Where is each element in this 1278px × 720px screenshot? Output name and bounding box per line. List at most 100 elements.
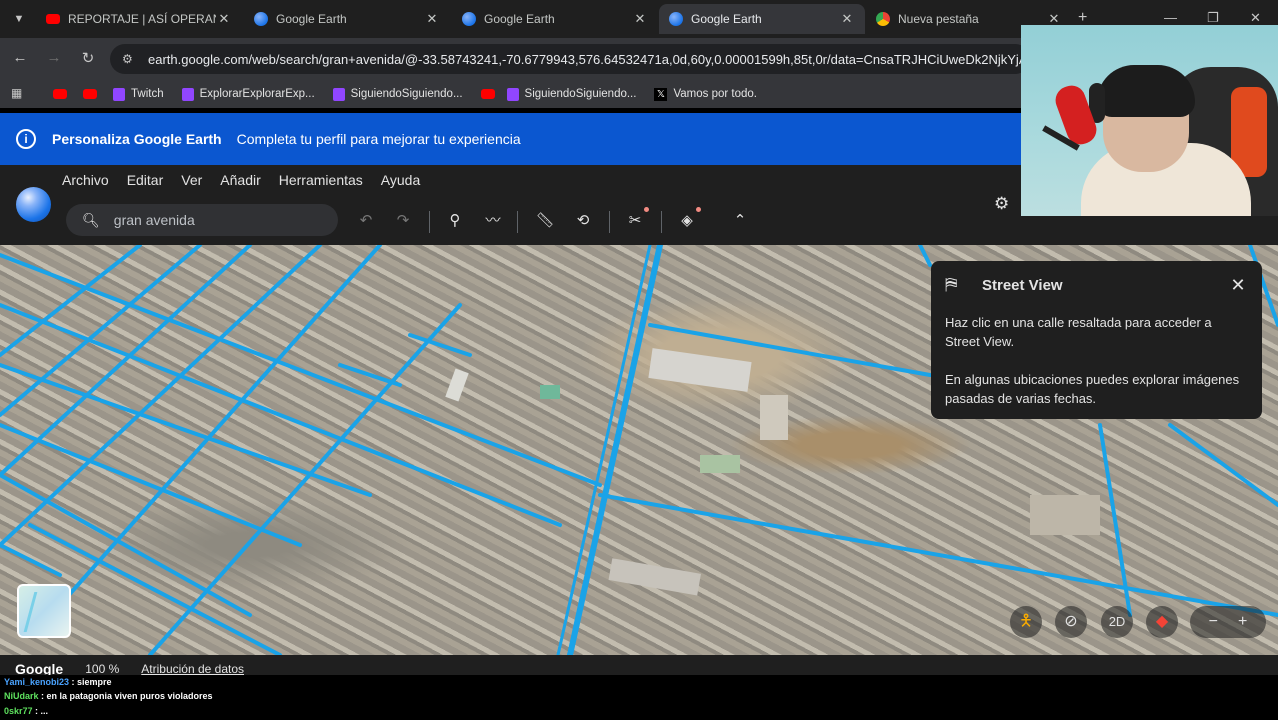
chat-user: 0skr77 (4, 706, 33, 716)
google-earth-icon (254, 12, 268, 26)
add-path-icon[interactable]: 〰 (481, 209, 505, 233)
chat-text: : siempre (69, 677, 112, 687)
tab-google-earth-2[interactable]: Google Earth ✕ (452, 4, 658, 34)
menu-editar[interactable]: Editar (127, 172, 164, 188)
chrome-icon (876, 12, 890, 26)
data-attribution-link[interactable]: Atribución de datos (141, 662, 244, 676)
tab-title: Google Earth (484, 12, 555, 26)
tab-google-earth-1[interactable]: Google Earth ✕ (244, 4, 450, 34)
bookmark-vamos[interactable]: 𝕏 Vamos por todo. (654, 87, 757, 101)
zoom-out-icon[interactable]: − (1209, 613, 1218, 630)
menu-ver[interactable]: Ver (181, 172, 202, 188)
reload-icon[interactable]: ↻ (78, 49, 98, 67)
twitch-icon (113, 87, 125, 101)
history-icon[interactable]: ⟲ (571, 209, 595, 233)
settings-gear-icon[interactable]: ⚙ (994, 194, 1009, 214)
menu-herramientas[interactable]: Herramientas (279, 172, 363, 188)
map-style-thumbnail[interactable] (17, 584, 71, 638)
tab-title: Nueva pestaña (898, 12, 979, 26)
close-tab-icon[interactable]: ✕ (216, 11, 232, 27)
close-tab-icon[interactable]: ✕ (839, 11, 855, 27)
measure-icon[interactable]: 📏︎ (533, 209, 557, 233)
close-window-icon[interactable]: ✕ (1250, 10, 1261, 26)
bookmark-label: SiguiendoSiguiendo... (524, 88, 637, 100)
view-mode-button[interactable]: 2D (1101, 606, 1133, 638)
search-box[interactable]: 🔍︎ (66, 204, 338, 236)
stream-chat-overlay: Yami_kenobi23 : siempre NiUdark : en la … (0, 675, 1278, 720)
chat-message: 0skr77 : ... (4, 706, 48, 716)
complete-profile-link[interactable]: Completa tu perfil para mejorar tu exper… (237, 131, 521, 147)
bookmark-siguiendo-2[interactable]: SiguiendoSiguiendo... (506, 87, 637, 101)
location-disabled-icon[interactable]: ⊘ (1055, 606, 1087, 638)
youtube-icon (83, 89, 97, 99)
close-tab-icon[interactable]: ✕ (424, 11, 440, 27)
banner-title: Personaliza Google Earth (52, 131, 222, 147)
chat-message: Yami_kenobi23 : siempre (4, 677, 112, 687)
tab-title: REPORTAJE | ASÍ OPERAN M (68, 12, 216, 26)
redo-icon[interactable]: ↷ (391, 209, 415, 233)
info-icon: i (16, 129, 36, 149)
tab-google-earth-active[interactable]: Google Earth ✕ (659, 4, 865, 34)
layers-icon[interactable]: ◈ (675, 207, 701, 233)
apps-grid-icon[interactable]: ▦ (11, 86, 27, 102)
street-view-title: Street View (982, 276, 1063, 294)
toolbar-divider (661, 211, 662, 233)
bookmark-label: Twitch (131, 88, 164, 100)
bookmark-twitch[interactable]: Twitch (113, 87, 164, 101)
chevron-up-icon[interactable]: ⌃ (728, 209, 752, 233)
close-icon[interactable]: ✕ (1228, 275, 1248, 296)
twitch-icon (332, 87, 345, 101)
search-input[interactable] (113, 212, 314, 228)
address-bar[interactable]: ⚙ earth.google.com/web/search/gran+aveni… (110, 44, 1030, 74)
bookmark-explorar[interactable]: ExplorarExplorarExp... (181, 87, 315, 101)
youtube-icon (480, 89, 495, 99)
google-earth-icon (669, 12, 683, 26)
twitch-icon (506, 87, 519, 101)
url-text[interactable]: earth.google.com/web/search/gran+avenida… (148, 52, 1028, 67)
search-icon: 🔍︎ (82, 211, 100, 228)
menu-ayuda[interactable]: Ayuda (381, 172, 420, 188)
restore-icon[interactable]: ❐ (1207, 10, 1219, 26)
zoom-controls: − + (1190, 606, 1266, 638)
google-earth-logo[interactable] (16, 187, 51, 222)
bookmark-label: Vamos por todo. (673, 88, 757, 100)
bookmark-youtube-3[interactable] (480, 89, 501, 99)
street-view-instruction: Haz clic en una calle resaltada para acc… (945, 315, 1212, 349)
tab-reportaje[interactable]: REPORTAJE | ASÍ OPERAN M ✕ (36, 4, 242, 34)
bookmark-youtube-1[interactable] (53, 89, 73, 99)
youtube-icon (46, 14, 60, 24)
compass-icon[interactable]: ◆ (1146, 606, 1178, 638)
menu-anadir[interactable]: Añadir (220, 172, 260, 188)
bookmark-youtube-2[interactable] (83, 89, 103, 99)
zoom-in-icon[interactable]: + (1238, 613, 1247, 630)
twitch-icon (181, 87, 194, 101)
back-icon[interactable]: ← (10, 49, 30, 66)
forward-icon[interactable]: → (44, 49, 64, 66)
toolbar-divider (609, 211, 610, 233)
street-view-history-note: En algunas ubicaciones puedes explorar i… (945, 372, 1240, 406)
bookmark-siguiendo-1[interactable]: SiguiendoSiguiendo... (332, 87, 463, 101)
add-placemark-icon[interactable]: ⚲ (443, 209, 467, 233)
zoom-level: 100 % (85, 662, 120, 676)
minimize-icon[interactable]: — (1164, 10, 1177, 25)
chat-user: Yami_kenobi23 (4, 677, 70, 687)
pegman-icon[interactable]: 🯅 (1010, 606, 1042, 638)
undo-icon[interactable]: ↶ (354, 209, 378, 233)
site-info-icon[interactable]: ⚙ (122, 52, 140, 66)
tools-icon[interactable]: ✂ (623, 207, 649, 233)
tab-search-icon[interactable]: ▼ (8, 8, 30, 30)
close-tab-icon[interactable]: ✕ (632, 11, 648, 27)
streamer-hair (1097, 65, 1195, 117)
bookmark-label: ExplorarExplorarExp... (199, 88, 315, 100)
webcam-overlay (1021, 25, 1278, 216)
chat-message: NiUdark : en la patagonia viven puros vi… (4, 691, 213, 701)
screen: ▼ REPORTAJE | ASÍ OPERAN M ✕ Google Eart… (0, 0, 1278, 720)
x-icon: 𝕏 (654, 87, 668, 101)
google-earth-icon (462, 12, 476, 26)
toolbar-divider (429, 211, 430, 233)
tab-title: Google Earth (691, 12, 762, 26)
bookmark-label: SiguiendoSiguiendo... (350, 88, 463, 100)
chat-text: : en la patagonia viven puros violadores (38, 691, 213, 701)
menu-archivo[interactable]: Archivo (62, 172, 109, 188)
chat-user: NiUdark (4, 691, 39, 701)
